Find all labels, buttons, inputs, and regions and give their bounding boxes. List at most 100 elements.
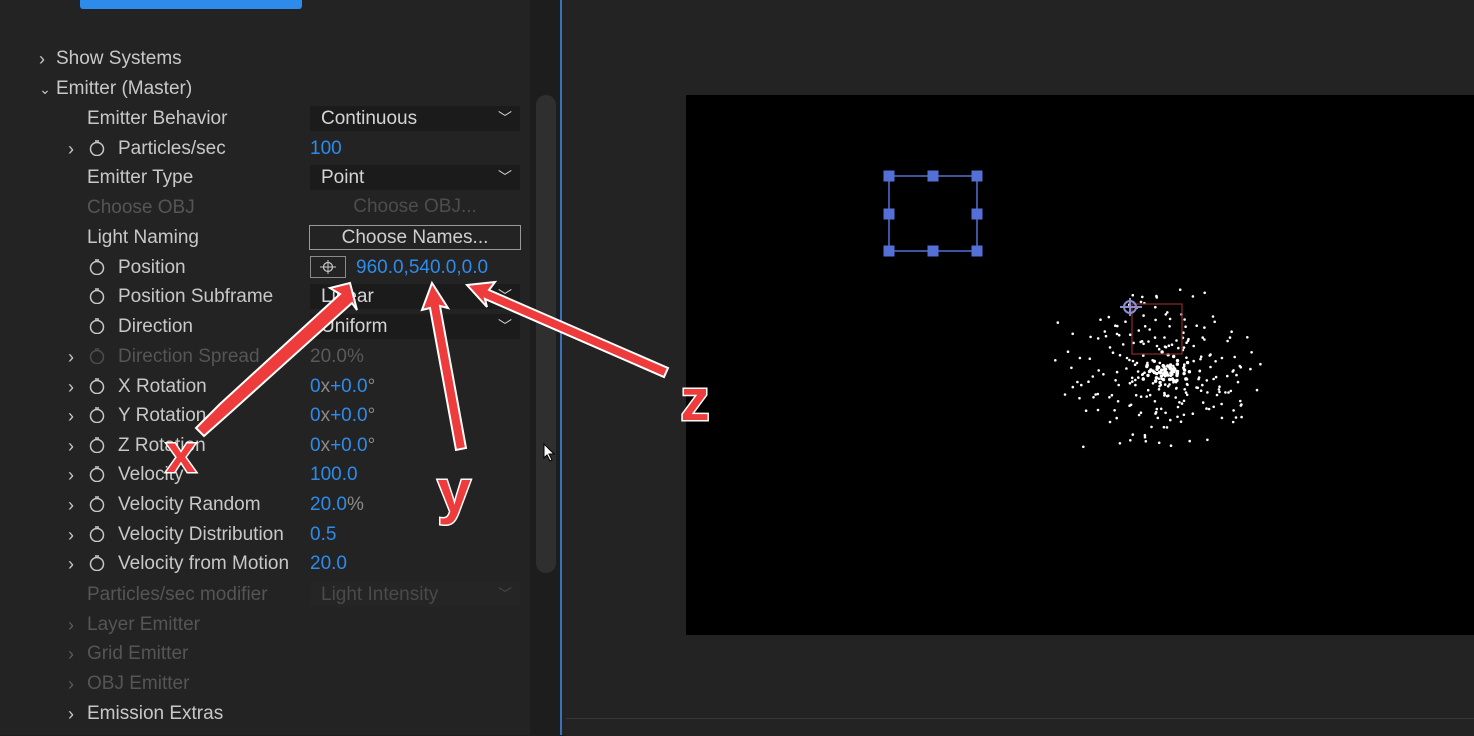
annotation-overlay: x y z xyxy=(165,170,1262,527)
particle xyxy=(1155,294,1158,298)
particle xyxy=(1168,325,1171,328)
particle xyxy=(1249,367,1252,371)
annotation-y-label: y xyxy=(437,458,471,525)
particle xyxy=(1111,351,1115,355)
particle xyxy=(1233,355,1236,359)
particle xyxy=(1153,379,1158,383)
particle xyxy=(1157,366,1160,369)
particle xyxy=(1191,412,1195,416)
particle xyxy=(1169,374,1173,378)
particle xyxy=(1145,395,1148,398)
particle xyxy=(1238,364,1242,368)
particle xyxy=(1165,426,1169,429)
selection-handle[interactable] xyxy=(971,245,983,257)
particle xyxy=(1125,356,1129,360)
particle xyxy=(1137,376,1140,379)
particle xyxy=(1134,393,1138,397)
particle xyxy=(1180,402,1184,405)
particle xyxy=(1203,291,1206,295)
particle xyxy=(1110,393,1114,397)
particle xyxy=(1205,379,1209,382)
particle xyxy=(1172,354,1176,359)
selection-handle[interactable] xyxy=(971,170,983,182)
particle xyxy=(1217,388,1221,391)
particle xyxy=(1149,368,1153,372)
particle xyxy=(1195,324,1198,328)
particle xyxy=(1186,383,1189,387)
particle xyxy=(1182,399,1186,403)
particle xyxy=(1183,388,1186,391)
particle xyxy=(1172,364,1175,368)
particle xyxy=(1183,318,1186,321)
particle xyxy=(1224,391,1227,394)
particle xyxy=(1170,343,1174,347)
particle xyxy=(1135,361,1139,365)
particle xyxy=(1158,380,1162,385)
particle xyxy=(1167,344,1171,348)
particle xyxy=(1103,330,1107,333)
particle xyxy=(1054,359,1057,362)
particle xyxy=(1220,356,1224,360)
particle xyxy=(1164,411,1167,415)
particle xyxy=(1131,380,1134,383)
particle xyxy=(1128,333,1132,337)
particle-cloud xyxy=(1054,288,1262,449)
particle xyxy=(1192,344,1195,348)
particle xyxy=(1154,410,1158,414)
particle xyxy=(1227,391,1230,394)
particle xyxy=(1091,375,1095,378)
emitter-position-handle[interactable] xyxy=(1120,298,1142,316)
particle xyxy=(1146,388,1150,392)
particle xyxy=(1187,370,1192,374)
selection-handle[interactable] xyxy=(927,170,939,182)
particle xyxy=(1125,367,1128,370)
particle xyxy=(1097,369,1100,372)
particle xyxy=(1174,396,1177,399)
particle xyxy=(1226,374,1229,378)
selection-handle[interactable] xyxy=(883,245,895,257)
selection-handle[interactable] xyxy=(883,208,895,220)
particle xyxy=(1146,373,1150,378)
particle xyxy=(1129,439,1132,442)
particle xyxy=(1158,361,1162,365)
particle xyxy=(1163,369,1167,372)
selection-handle[interactable] xyxy=(883,170,895,182)
particle xyxy=(1182,413,1186,417)
particle xyxy=(1082,445,1085,449)
particle xyxy=(1117,383,1120,387)
particle xyxy=(1171,377,1174,380)
particle xyxy=(1203,326,1206,329)
particle xyxy=(1185,393,1189,397)
particle xyxy=(1157,388,1161,391)
particle xyxy=(1155,407,1159,411)
particle xyxy=(1220,416,1224,420)
particle xyxy=(1131,433,1135,436)
particle xyxy=(1108,346,1112,349)
particle xyxy=(1228,336,1232,339)
particle xyxy=(1184,325,1187,329)
selection-box[interactable] xyxy=(883,170,983,257)
particle xyxy=(1175,362,1180,366)
selection-handle[interactable] xyxy=(927,245,939,257)
particle xyxy=(1179,420,1183,424)
particle xyxy=(1176,415,1179,419)
selection-handle[interactable] xyxy=(971,208,983,220)
particle xyxy=(1169,444,1173,448)
particle xyxy=(1182,366,1185,370)
particle xyxy=(1226,339,1229,343)
particle xyxy=(1136,370,1140,373)
particle xyxy=(1157,347,1161,351)
particle xyxy=(1196,386,1200,390)
particle xyxy=(1239,399,1242,403)
particle xyxy=(1231,420,1235,424)
particle xyxy=(1199,389,1203,393)
particle xyxy=(1150,425,1153,429)
particle xyxy=(1218,390,1221,394)
particle xyxy=(1158,385,1161,388)
particle xyxy=(1163,383,1167,386)
mouse-cursor-icon xyxy=(543,443,556,462)
particle xyxy=(1089,335,1092,339)
particle xyxy=(1080,383,1083,387)
particle xyxy=(1230,330,1233,334)
particle xyxy=(1137,329,1141,332)
